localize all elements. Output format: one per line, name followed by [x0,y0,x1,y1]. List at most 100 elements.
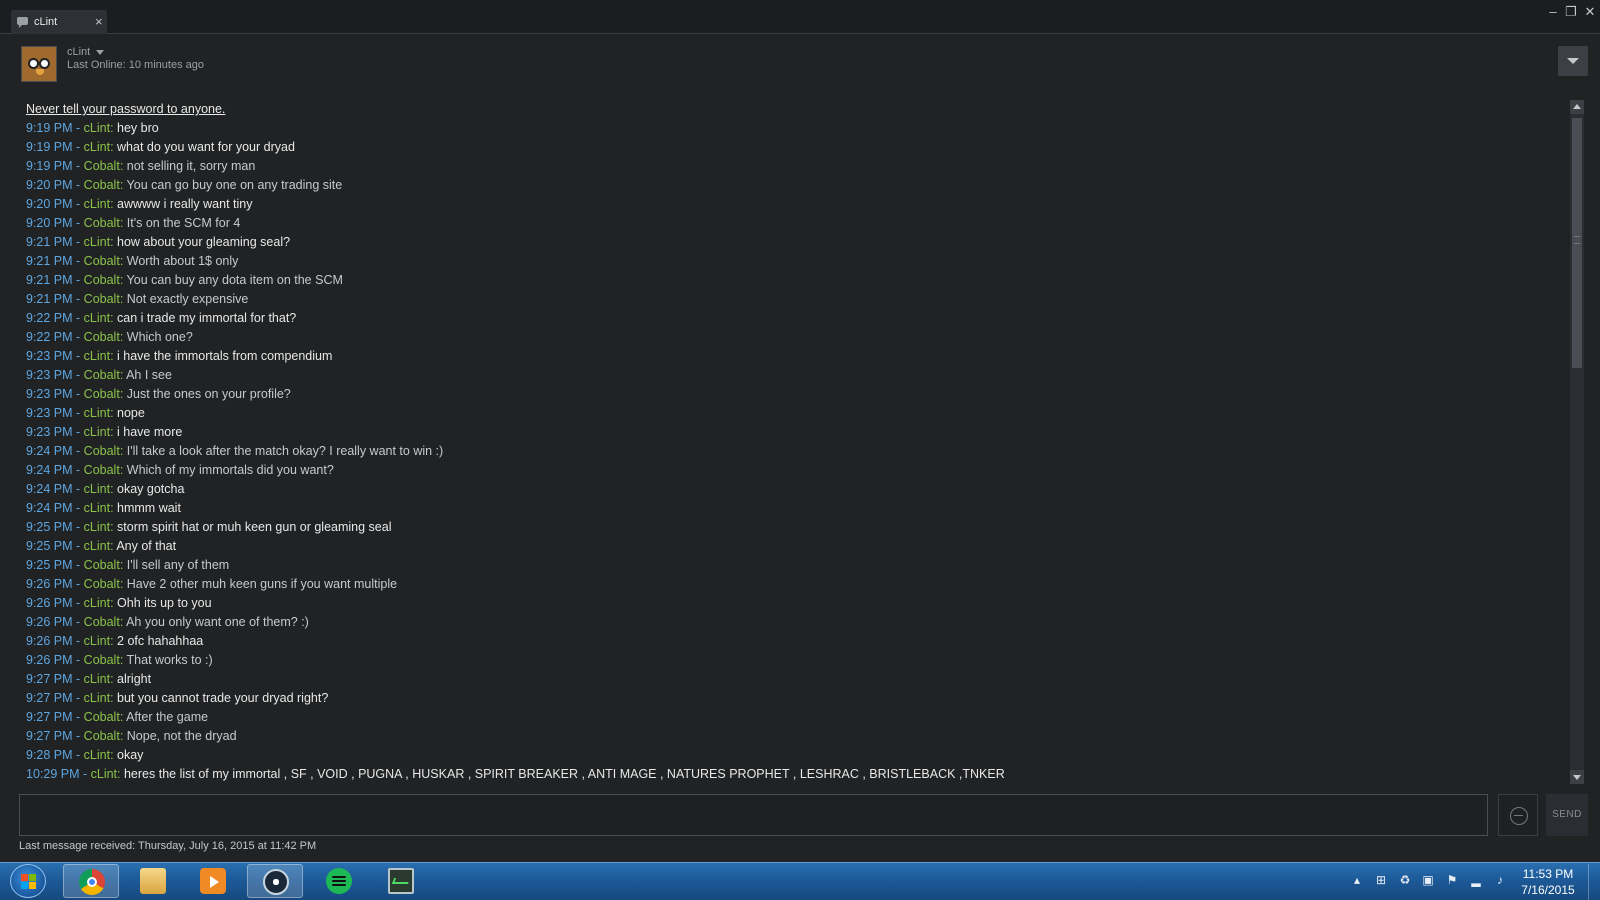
start-button[interactable] [10,864,46,898]
last-message-received: Last message received: Thursday, July 16… [19,840,317,852]
message-sender[interactable]: Cobalt [84,558,120,572]
sender-colon: : [119,577,127,591]
message-text: how about your gleaming seal? [117,235,291,249]
message-separator: - [72,634,84,648]
caret-down-icon[interactable] [96,50,104,55]
message-text: You can buy any dota item on the SCM [126,273,343,287]
chat-message: 9:24 PM - cLint: okay gotcha [26,480,1566,499]
message-separator: - [72,748,84,762]
message-sender[interactable]: Cobalt [84,710,120,724]
clock-date: 7/16/2015 [1521,883,1575,897]
message-timestamp: 9:28 PM [26,748,73,762]
chat-message: 9:24 PM - Cobalt: I'll take a look after… [26,442,1566,461]
message-sender[interactable]: Cobalt [84,615,120,629]
message-sender[interactable]: cLint [84,520,110,534]
message-text: what do you want for your dryad [117,140,295,154]
message-input[interactable] [19,794,1488,836]
chat-tab[interactable]: cLint × [11,10,107,34]
send-button[interactable]: SEND [1546,794,1588,836]
tray-network-icon[interactable]: ▂ [1469,873,1483,887]
tray-overflow-icon[interactable]: ▴ [1350,873,1364,887]
chat-options-dropdown[interactable] [1558,46,1588,76]
message-sender[interactable]: cLint [84,406,110,420]
taskbar-task-manager[interactable] [373,864,429,898]
message-sender[interactable]: cLint [84,425,110,439]
message-sender[interactable]: cLint [84,691,110,705]
message-timestamp: 9:19 PM [26,121,73,135]
message-sender[interactable]: cLint [84,596,110,610]
scroll-down-arrow-icon[interactable] [1570,770,1584,784]
tray-volume-icon[interactable]: ♪ [1493,873,1507,887]
close-window-button[interactable]: ✕ [1582,4,1598,20]
message-sender[interactable]: cLint [84,121,110,135]
chat-message: 9:20 PM - cLint: awwww i really want tin… [26,195,1566,214]
tray-recycle-icon[interactable]: ♻ [1398,873,1412,887]
taskbar-clock[interactable]: 11:53 PM 7/16/2015 [1516,866,1580,898]
chat-message: 9:27 PM - Cobalt: Nope, not the dryad [26,727,1566,746]
tray-windows-icon[interactable]: ⊞ [1374,873,1388,887]
message-sender[interactable]: Cobalt [84,653,120,667]
tray-flag-icon[interactable]: ⚑ [1445,873,1459,887]
message-sender[interactable]: cLint [84,482,110,496]
scroll-up-arrow-icon[interactable] [1570,100,1584,114]
message-sender[interactable]: Cobalt [84,368,120,382]
message-timestamp: 9:25 PM [26,520,73,534]
taskbar-media-player[interactable] [185,864,241,898]
taskbar-chrome[interactable] [63,864,119,898]
message-sender[interactable]: cLint [84,235,110,249]
message-sender[interactable]: cLint [84,349,110,363]
message-sender[interactable]: cLint [84,197,110,211]
message-sender[interactable]: cLint [84,311,110,325]
message-separator: - [72,539,84,553]
message-timestamp: 9:19 PM [26,159,73,173]
chat-message: 9:19 PM - cLint: hey bro [26,119,1566,138]
message-sender[interactable]: Cobalt [84,577,120,591]
message-timestamp: 9:20 PM [26,178,73,192]
chat-scrollbar[interactable] [1570,100,1584,784]
message-sender[interactable]: Cobalt [84,330,120,344]
message-text: okay [117,748,144,762]
friend-avatar[interactable] [21,46,57,82]
message-sender[interactable]: cLint [84,140,110,154]
message-sender[interactable]: cLint [84,634,110,648]
taskbar-spotify[interactable] [311,864,367,898]
message-separator: - [72,653,84,667]
message-separator: - [72,406,84,420]
message-sender[interactable]: Cobalt [84,159,120,173]
message-sender[interactable]: Cobalt [84,273,120,287]
show-desktop-button[interactable] [1588,864,1600,900]
taskbar-file-explorer[interactable] [125,864,181,898]
message-sender[interactable]: Cobalt [84,387,120,401]
message-text: Ah I see [126,368,172,382]
restore-button[interactable]: ❐ [1563,4,1579,20]
message-separator: - [72,501,84,515]
message-sender[interactable]: cLint [84,501,110,515]
message-sender[interactable]: cLint [84,539,110,553]
sender-colon: : [119,254,127,268]
message-text: awwww i really want tiny [117,197,253,211]
sender-colon: : [119,159,127,173]
message-sender[interactable]: cLint [91,767,117,781]
chat-message: 9:25 PM - cLint: storm spirit hat or muh… [26,518,1566,537]
friend-name[interactable]: cLint [67,46,90,58]
message-sender[interactable]: Cobalt [84,216,120,230]
message-sender[interactable]: Cobalt [84,254,120,268]
message-sender[interactable]: cLint [84,672,110,686]
sender-colon: : [110,406,118,420]
message-sender[interactable]: Cobalt [84,444,120,458]
sender-colon: : [119,444,127,458]
sender-colon: : [110,520,118,534]
message-sender[interactable]: cLint [84,748,110,762]
emoticon-button[interactable] [1498,794,1538,836]
tab-close-button[interactable]: × [95,14,103,29]
tray-device-icon[interactable]: ▣ [1421,873,1435,887]
taskbar-steam[interactable] [247,864,303,898]
message-sender[interactable]: Cobalt [84,463,120,477]
minimize-button[interactable]: – [1545,4,1561,20]
message-timestamp: 9:20 PM [26,197,73,211]
message-text: Have 2 other muh keen guns if you want m… [126,577,398,591]
message-sender[interactable]: Cobalt [84,292,120,306]
scroll-thumb[interactable] [1572,118,1582,368]
message-sender[interactable]: Cobalt [84,178,120,192]
message-sender[interactable]: Cobalt [84,729,120,743]
